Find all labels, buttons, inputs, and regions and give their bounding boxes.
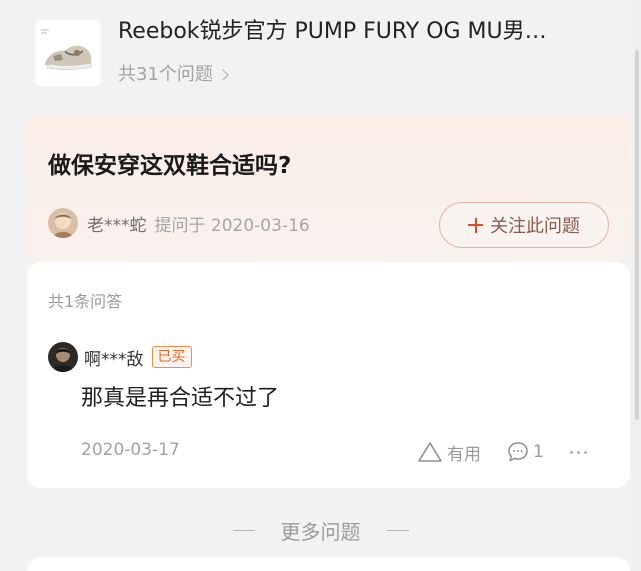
follow-question-button[interactable]: 关注此问题 xyxy=(439,202,609,248)
asker-avatar[interactable] xyxy=(48,208,78,238)
comment-icon xyxy=(508,442,528,462)
answer-count: 共1条问答 xyxy=(48,292,123,311)
avatar-icon xyxy=(48,342,78,372)
comment-button[interactable]: 1 xyxy=(507,441,544,463)
more-questions-label: 更多问题 xyxy=(280,520,361,544)
asked-date: 提问于 2020-03-16 xyxy=(154,215,310,236)
plus-icon xyxy=(468,217,483,233)
question-count-label: 共31个问题 xyxy=(118,64,213,85)
avatar-icon xyxy=(48,208,78,238)
divider-line-left xyxy=(232,529,255,532)
more-options-icon[interactable] xyxy=(569,439,587,465)
more-questions-divider: 更多问题 xyxy=(0,516,641,545)
follow-question-label: 关注此问题 xyxy=(490,216,580,237)
answer-card: 共1条问答 啊***敌 已买 那真是再合适不过了 2020-03-17 有用 1 xyxy=(27,262,630,488)
purchased-badge: 已买 xyxy=(151,346,192,368)
answerer-info: 啊***敌 已买 xyxy=(48,342,192,372)
question-count-link[interactable]: 共31个问题 xyxy=(118,62,229,88)
answerer-avatar[interactable] xyxy=(48,342,78,372)
product-title[interactable]: Reebok锐步官方 PUMP FURY OG MU男… xyxy=(118,16,616,48)
answer-text: 那真是再合适不过了 xyxy=(81,386,280,411)
scrollbar-thumb[interactable] xyxy=(635,50,639,420)
useful-button[interactable]: 有用 xyxy=(417,440,481,465)
triangle-icon xyxy=(418,442,442,462)
chevron-right-icon xyxy=(217,69,229,81)
scrollbar[interactable] xyxy=(633,0,641,571)
answerer-name: 啊***敌 xyxy=(84,349,144,370)
comment-count: 1 xyxy=(533,442,544,462)
question-title: 做保安穿这双鞋合适吗? xyxy=(48,153,292,179)
product-header[interactable]: Reebok锐步官方 PUMP FURY OG MU男… 共31个问题 xyxy=(0,0,641,112)
answer-date: 2020-03-17 xyxy=(81,440,180,460)
product-thumbnail[interactable] xyxy=(35,20,101,86)
next-question-card[interactable] xyxy=(27,557,630,571)
asker-info: 老***蛇 提问于 2020-03-16 xyxy=(48,208,310,238)
divider-line-right xyxy=(386,529,409,532)
asker-name: 老***蛇 xyxy=(87,215,147,236)
sneaker-icon xyxy=(35,20,101,86)
answer-actions: 有用 1 xyxy=(417,439,587,465)
useful-label: 有用 xyxy=(447,444,481,465)
